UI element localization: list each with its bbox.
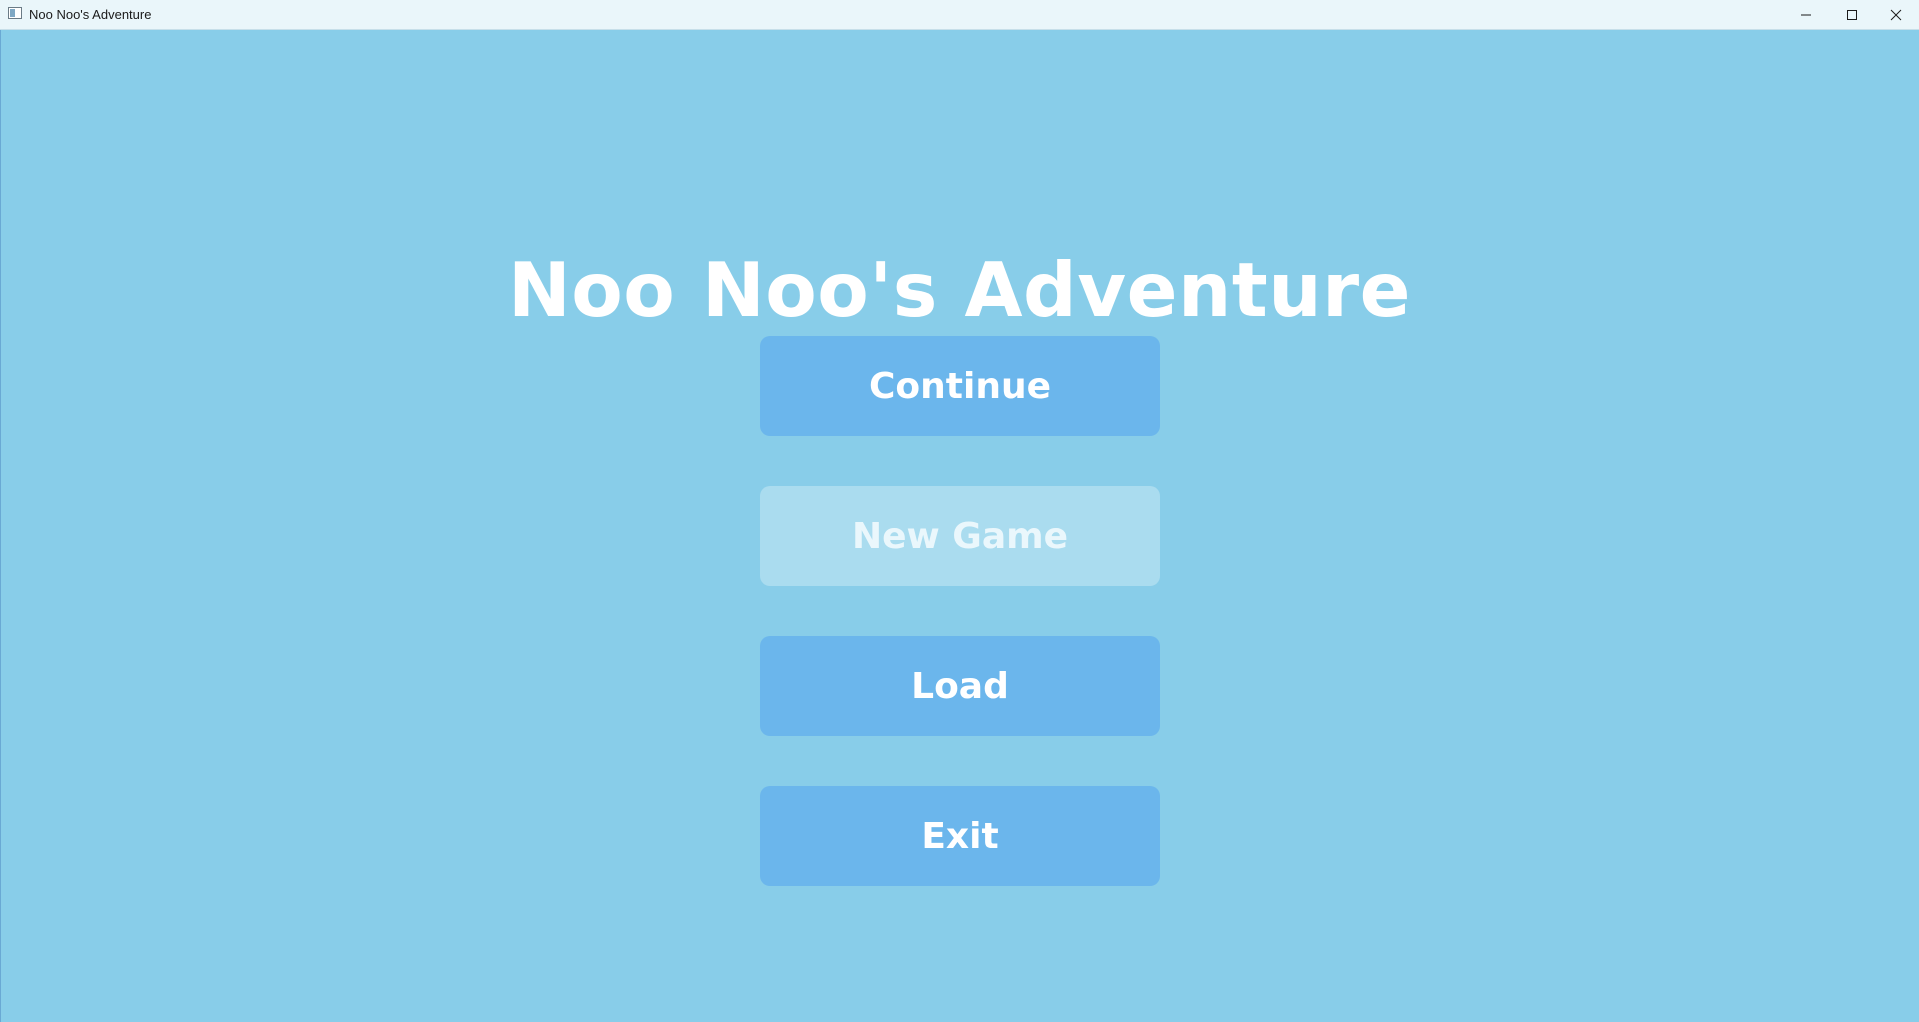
minimize-icon <box>1801 14 1811 15</box>
window-border <box>0 30 1 1022</box>
game-window: Noo Noo's Adventure Noo Noo's Adventure … <box>0 0 1919 1022</box>
load-button[interactable]: Load <box>760 636 1160 736</box>
game-title: Noo Noo's Adventure <box>508 246 1411 334</box>
minimize-button[interactable] <box>1783 0 1829 29</box>
exit-button[interactable]: Exit <box>760 786 1160 886</box>
close-icon <box>1890 9 1902 20</box>
maximize-button[interactable] <box>1829 0 1875 29</box>
window-titlebar[interactable]: Noo Noo's Adventure <box>0 0 1919 30</box>
close-button[interactable] <box>1873 0 1919 29</box>
new-game-button[interactable]: New Game <box>760 486 1160 586</box>
window-title: Noo Noo's Adventure <box>29 7 152 22</box>
app-icon <box>8 7 22 19</box>
continue-button[interactable]: Continue <box>760 336 1160 436</box>
maximize-icon <box>1847 9 1857 20</box>
